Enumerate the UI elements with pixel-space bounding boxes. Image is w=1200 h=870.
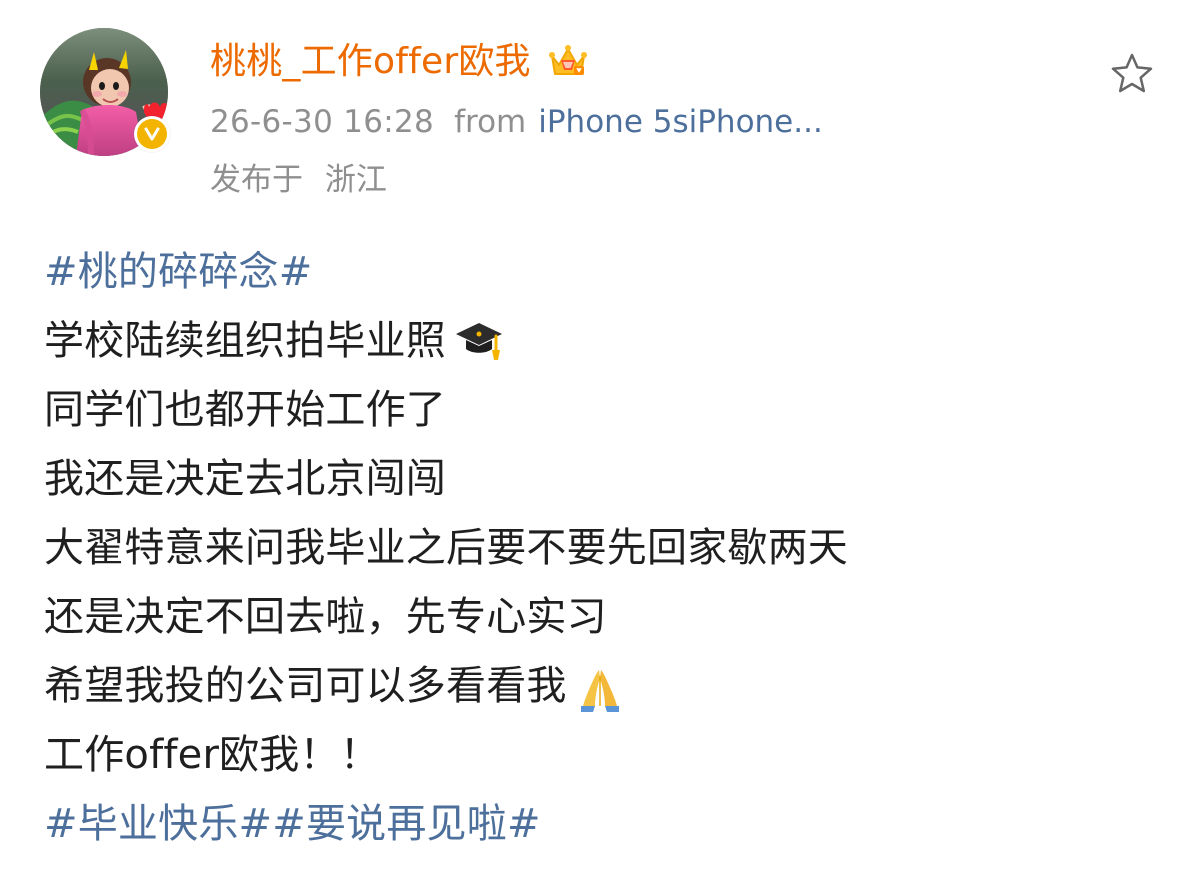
star-icon	[1108, 53, 1156, 101]
post-timestamp: 26-6-30 16:28	[210, 104, 435, 140]
content-line-1: 学校陆续组织拍毕业照	[44, 307, 1144, 376]
graduation-cap-icon	[452, 315, 506, 369]
location-row: 发布于 浙江	[210, 160, 970, 200]
content-text-2: 同学们也都开始工作了	[44, 387, 446, 433]
content-line-7: 工作offer欧我！！	[44, 721, 1144, 790]
meta-row: 26-6-30 16:28 from iPhone 5siPhone ...	[210, 102, 970, 142]
verified-icon	[137, 119, 167, 149]
pray-icon	[573, 660, 627, 714]
topic-tag-top[interactable]: #桃的碎碎念#	[44, 238, 312, 307]
post-content: #桃的碎碎念# 学校陆续组织拍毕业照 同学们也都开始工作了 我还是决定去北京闯闯…	[44, 238, 1144, 859]
content-text-6: 希望我投的公司可以多看看我	[44, 663, 567, 709]
content-text-1: 学校陆续组织拍毕业照	[44, 318, 446, 364]
username-link[interactable]: 桃桃_工作offer欧我	[210, 38, 531, 86]
username-row: 桃桃_工作offer欧我	[210, 38, 970, 86]
content-line-2: 同学们也都开始工作了	[44, 376, 1144, 445]
content-line-5: 还是决定不回去啦，先专心实习	[44, 583, 1144, 652]
content-text-3: 我还是决定去北京闯闯	[44, 456, 446, 502]
device-ellipsis: ...	[793, 104, 823, 140]
avatar-container[interactable]	[40, 28, 170, 156]
weibo-post-screen: 桃桃_工作offer欧我 26-6-30 16:28 from iPhone 5…	[0, 0, 1200, 870]
topic-tag-bottom-1[interactable]: #毕业快乐#	[44, 790, 272, 859]
content-text-7: 工作offer欧我！！	[44, 732, 380, 778]
content-line-3: 我还是决定去北京闯闯	[44, 445, 1144, 514]
content-line-4: 大翟特意来问我毕业之后要不要先回家歇两天	[44, 514, 1144, 583]
location-text: 浙江	[324, 162, 387, 198]
post-header: 桃桃_工作offer欧我 26-6-30 16:28 from iPhone 5…	[210, 38, 970, 200]
topic-line-bottom: #毕业快乐# #要说再见啦#	[44, 790, 1144, 859]
device-link[interactable]: iPhone 5siPhone	[538, 102, 793, 142]
content-line-6: 希望我投的公司可以多看看我	[44, 652, 1144, 721]
content-text-5: 还是决定不回去啦，先专心实习	[44, 594, 607, 640]
topic-tag-bottom-2[interactable]: #要说再见啦#	[272, 790, 540, 859]
verified-badge	[134, 116, 170, 152]
favorite-button[interactable]	[1108, 50, 1156, 98]
content-text-4: 大翟特意来问我毕业之后要不要先回家歇两天	[44, 525, 848, 571]
location-prefix: 发布于	[210, 162, 303, 198]
crown-icon	[545, 39, 591, 85]
topic-line-top: #桃的碎碎念#	[44, 238, 1144, 307]
from-label: from	[454, 104, 527, 140]
